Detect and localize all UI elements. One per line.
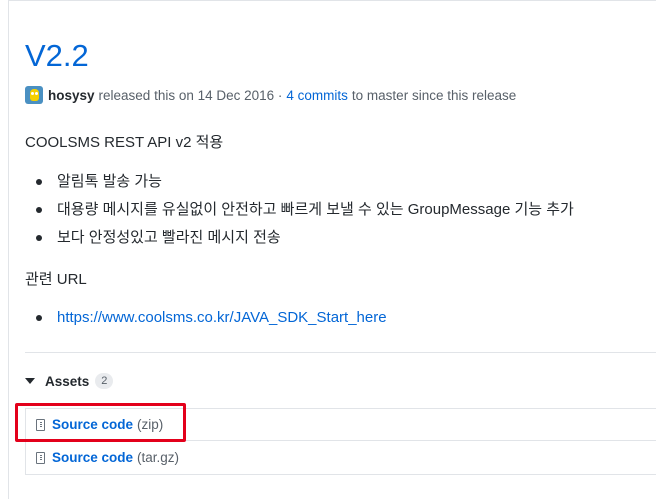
commits-link[interactable]: 4 commits [286, 88, 348, 103]
related-url-heading: 관련 URL [25, 271, 87, 288]
related-link-list: https://www.coolsms.co.kr/JAVA_SDK_Start… [36, 305, 387, 331]
release-meta: hosysy released this on 14 Dec 2016 · 4 … [25, 85, 516, 105]
release-frame-border [8, 0, 9, 499]
released-text: released this on 14 Dec 2016 · [98, 87, 283, 103]
assets-count-badge: 2 [95, 373, 114, 389]
avatar[interactable] [25, 86, 43, 104]
assets-label: Assets [45, 373, 90, 389]
notes-bullet-list: 알림톡 발송 가능 대용량 메시지를 유실없이 안전하고 빠르게 보낼 수 있는… [36, 169, 574, 253]
asset-ext: (tar.gz) [137, 450, 180, 465]
release-frame-top-border [8, 0, 656, 1]
assets-toggle[interactable]: Assets 2 [25, 371, 114, 391]
related-url-link[interactable]: https://www.coolsms.co.kr/JAVA_SDK_Start… [57, 309, 387, 326]
commits-suffix: to master since this release [351, 87, 517, 103]
list-item: https://www.coolsms.co.kr/JAVA_SDK_Start… [36, 305, 387, 331]
list-item: 알림톡 발송 가능 [36, 169, 574, 197]
release-title[interactable]: V2.2 [25, 36, 89, 76]
file-zip-icon [36, 451, 45, 464]
author-link[interactable]: hosysy [48, 88, 95, 103]
list-item: 보다 안정성있고 빨라진 메시지 전송 [36, 225, 574, 253]
caret-down-icon [25, 378, 35, 384]
notes-heading: COOLSMS REST API v2 적용 [25, 134, 224, 151]
asset-name[interactable]: Source code [52, 450, 133, 465]
list-item: 대용량 메시지를 유실없이 안전하고 빠르게 보낼 수 있는 GroupMess… [36, 197, 574, 225]
asset-source-targz[interactable]: Source code (tar.gz) [25, 441, 656, 475]
assets-divider [25, 352, 656, 353]
highlight-box [15, 403, 186, 442]
